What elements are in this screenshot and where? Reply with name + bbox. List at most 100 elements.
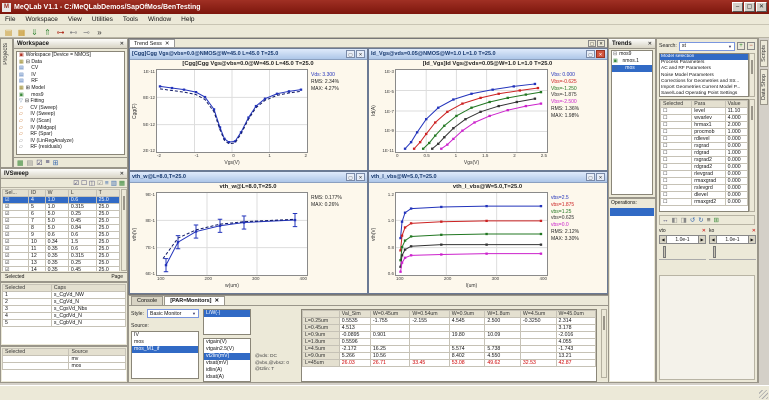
cell[interactable]: -2.172 bbox=[339, 346, 370, 353]
cell[interactable]: 25.0 bbox=[96, 239, 119, 246]
cell[interactable]: ☐ bbox=[661, 122, 692, 129]
table-row[interactable]: ☐rmaxgrad0.000 bbox=[661, 178, 748, 185]
list-item[interactable]: IV bbox=[132, 332, 198, 339]
cell[interactable]: 11.10 bbox=[725, 108, 747, 115]
cell[interactable]: 0.000 bbox=[725, 157, 747, 164]
cell[interactable]: rdlevel bbox=[692, 136, 725, 143]
cell[interactable]: 5.574 bbox=[449, 346, 485, 353]
column-header[interactable]: W=0.45um bbox=[370, 311, 409, 318]
cell[interactable]: wvarlev bbox=[692, 115, 725, 122]
unlink-device-icon[interactable]: ⊷ bbox=[68, 26, 79, 37]
cell[interactable]: ☐ bbox=[661, 171, 692, 178]
cell[interactable]: 8.402 bbox=[449, 353, 485, 360]
table-row[interactable]: ☑110.350.625.0 bbox=[3, 246, 120, 253]
table-row[interactable]: L=0.45um4.5133.178 bbox=[303, 325, 596, 332]
table-row[interactable]: 5s_CgbVd_N bbox=[3, 320, 126, 327]
tab-data-shop[interactable]: Data Shop bbox=[760, 69, 768, 105]
cell[interactable]: ☑ bbox=[3, 232, 29, 239]
column-header[interactable]: Para bbox=[692, 101, 725, 108]
cell[interactable]: ☑ bbox=[3, 246, 29, 253]
undo-icon[interactable]: ↺ bbox=[690, 216, 695, 224]
category-scrollbar[interactable] bbox=[749, 53, 755, 97]
cell[interactable]: 0.45 bbox=[68, 267, 96, 272]
projects-tab-strip[interactable]: Projects bbox=[0, 38, 13, 168]
cell[interactable]: rdgrad2 bbox=[692, 164, 725, 171]
chart-window-titlebar[interactable]: [Cgg]Cgg Vgs@vbs=0.0@NMOS@W=45.0 L=45.0 … bbox=[130, 49, 367, 60]
cell[interactable]: 1.0 bbox=[45, 197, 68, 204]
close-button[interactable]: ✕ bbox=[756, 2, 767, 12]
collapse-tree-icon[interactable]: ▤ bbox=[27, 159, 34, 167]
table-row[interactable]: mos bbox=[3, 363, 126, 370]
cell[interactable]: 14 bbox=[28, 267, 45, 272]
fit-range-icon[interactable]: ↔ bbox=[662, 217, 669, 224]
cell[interactable]: 0.25 bbox=[68, 260, 96, 267]
cell[interactable]: rmaxgrad bbox=[692, 178, 725, 185]
table-row[interactable]: 1s_CgVd_NW bbox=[3, 292, 126, 299]
column-header[interactable]: Selected bbox=[661, 101, 692, 108]
cell[interactable]: 0.6 bbox=[45, 232, 68, 239]
slider-handle[interactable] bbox=[663, 246, 666, 258]
cell[interactable]: -1.755 bbox=[370, 318, 409, 325]
mdi-restore-icon[interactable]: ▢ bbox=[588, 40, 596, 47]
window-restore-icon[interactable]: ▢ bbox=[346, 50, 355, 58]
list-item[interactable]: vtsat(mV) bbox=[204, 360, 250, 367]
cell[interactable]: ☐ bbox=[661, 185, 692, 192]
list-item[interactable]: ▦⊞ Model bbox=[17, 85, 124, 92]
list-item[interactable]: ▱ IV (Sweep) bbox=[17, 111, 124, 118]
list-item[interactable]: ▱ RF (residuals) bbox=[17, 144, 124, 151]
cell[interactable]: ☐ bbox=[661, 164, 692, 171]
cell[interactable]: 0.315 bbox=[68, 204, 96, 211]
cell[interactable]: ☐ bbox=[661, 150, 692, 157]
column-header[interactable]: W=0.9um bbox=[449, 311, 485, 318]
cell[interactable]: 0.35 bbox=[45, 246, 68, 253]
cell[interactable]: s_CgdVd_N bbox=[51, 313, 125, 320]
lock-right-icon[interactable]: ◨ bbox=[681, 216, 687, 224]
cell[interactable]: 0.000 bbox=[725, 185, 747, 192]
cell[interactable]: 0.45 bbox=[68, 218, 96, 225]
list-item[interactable]: Tools bbox=[118, 16, 143, 23]
tuner-slider[interactable] bbox=[709, 246, 756, 260]
list-item[interactable]: vtgain(V) bbox=[204, 339, 250, 346]
table-row[interactable]: ☐level11.10 bbox=[661, 108, 748, 115]
column-header[interactable]: ID bbox=[28, 190, 45, 197]
table-row[interactable]: ☑100.341.525.0 bbox=[3, 239, 120, 246]
list-item[interactable]: idsat(A) bbox=[204, 374, 250, 381]
cell[interactable]: ☐ bbox=[661, 192, 692, 199]
cell[interactable]: level bbox=[692, 108, 725, 115]
cell[interactable] bbox=[520, 353, 556, 360]
cell[interactable]: 4.545 bbox=[449, 318, 485, 325]
cell[interactable]: 19.80 bbox=[449, 332, 485, 339]
list-item[interactable]: ▱ CV (Sweep) bbox=[17, 105, 124, 112]
cell[interactable]: 0.34 bbox=[45, 239, 68, 246]
tab-trend-sess[interactable]: Trend Sess ✕ bbox=[129, 39, 175, 47]
cell[interactable]: 25.0 bbox=[96, 232, 119, 239]
cell[interactable]: 0.5596 bbox=[339, 339, 370, 346]
decrement-button[interactable]: ◀ bbox=[659, 235, 667, 244]
cell[interactable]: ☑ bbox=[3, 260, 29, 267]
apply-selection-icon[interactable]: ☑ bbox=[97, 179, 103, 187]
list-item[interactable]: File bbox=[0, 16, 20, 23]
list-item[interactable]: ▤ RF bbox=[17, 78, 124, 85]
cell[interactable]: 10.09 bbox=[485, 332, 521, 339]
select-none-icon[interactable]: ☐ bbox=[81, 179, 87, 187]
cell[interactable]: s_CgVd_N bbox=[51, 299, 125, 306]
table-row[interactable]: ☐rdlevel0.000 bbox=[661, 136, 748, 143]
cell[interactable]: 0.35 bbox=[45, 253, 68, 260]
ivsweep-scrollbar[interactable] bbox=[121, 189, 127, 271]
table-row[interactable]: ☐rsgrad20.000 bbox=[661, 157, 748, 164]
tab-scripts[interactable]: Scripts bbox=[760, 40, 768, 67]
table-row[interactable]: ☐wvarlev4.000 bbox=[661, 115, 748, 122]
projects-tab-label[interactable]: Projects bbox=[3, 43, 9, 65]
open-workspace-icon[interactable]: ▦ bbox=[16, 26, 27, 37]
list-item[interactable]: ▦⊟ Data bbox=[17, 59, 124, 66]
cell[interactable] bbox=[410, 339, 449, 346]
table-row[interactable]: mv bbox=[3, 356, 126, 363]
list-item[interactable]: ▱ IV (LinRegAnalyze) bbox=[17, 138, 124, 145]
trends-close-icon[interactable]: ✕ bbox=[648, 41, 652, 47]
table-row[interactable]: ☐rdgrad20.000 bbox=[661, 164, 748, 171]
column-header[interactable]: W bbox=[45, 190, 68, 197]
increment-button[interactable]: ▶ bbox=[748, 235, 756, 244]
table-row[interactable]: ☐rlevgrad0.000 bbox=[661, 171, 748, 178]
add-tuner-icon[interactable]: ⊞ bbox=[714, 216, 719, 224]
cell[interactable]: 6 bbox=[28, 211, 45, 218]
